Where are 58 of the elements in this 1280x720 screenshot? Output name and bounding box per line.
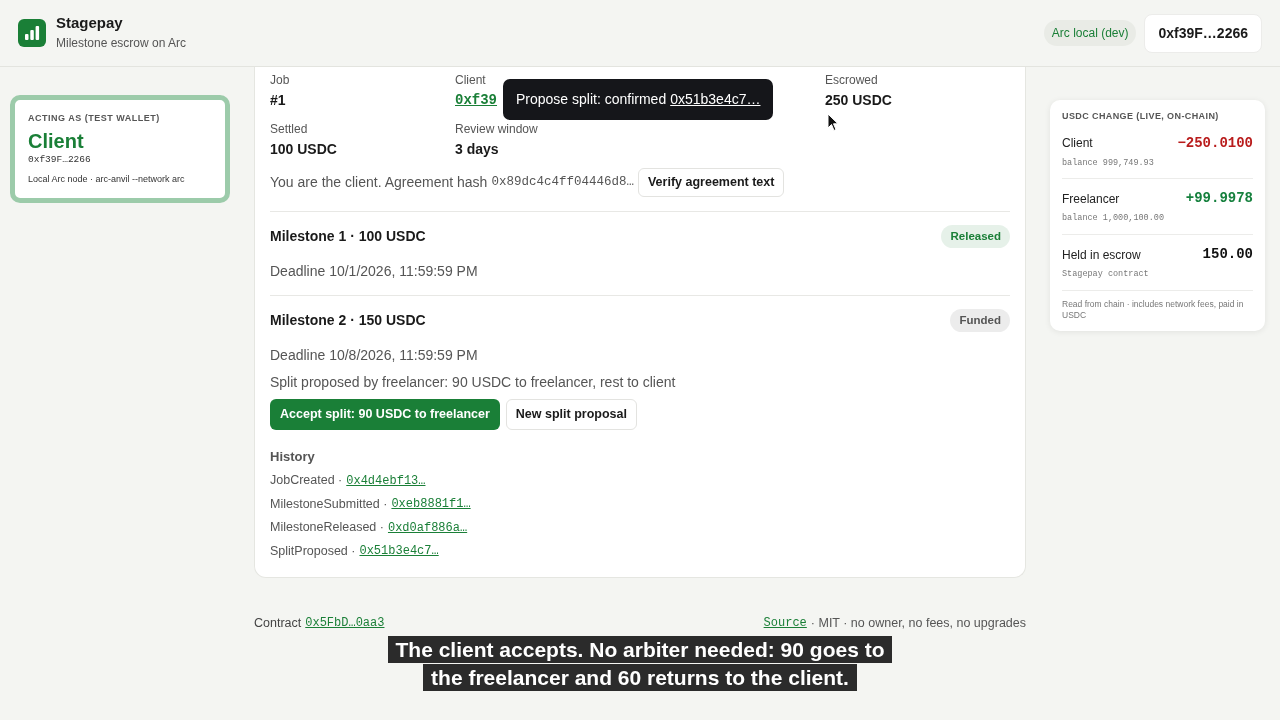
balance-subtext: balance 1,000,100.00 (1062, 212, 1166, 225)
node-text: Local Arc node · arc-anvil --network arc (28, 172, 186, 186)
balance-change: 150.00 (1202, 245, 1253, 264)
status-badge: Released (941, 224, 1010, 248)
status-badge: Funded (950, 309, 1010, 333)
toast-link[interactable]: 0x51b3e4c7… (670, 89, 761, 110)
field-label: Review window (455, 121, 539, 138)
transaction-link[interactable]: 0xd0af886a… (387, 518, 468, 537)
panel-heading: USDC CHANGE (LIVE, ON-CHAIN) (1062, 110, 1220, 123)
balance-subtext: Stagepay contract (1062, 268, 1150, 281)
milestone-title: Milestone 2 · 150 USDC (270, 311, 426, 331)
milestone-deadline: Deadline 10/1/2026, 11:59:59 PM (270, 262, 479, 281)
network-badge: Arc local (dev) (1043, 20, 1137, 46)
panel-note: Read from chain · includes network fees, paid in USDC (1062, 298, 1245, 321)
balance-change: +99.9978 (1185, 189, 1253, 209)
field-label: Settled (270, 121, 309, 138)
field-value: 250 USDC (825, 91, 893, 110)
transaction-link[interactable]: 0x51b3e4c7… (359, 542, 439, 561)
balance-label: Client (1062, 135, 1093, 152)
field-value: 100 USDC (270, 140, 338, 159)
milestone-deadline: Deadline 10/8/2026, 11:59:59 PM (270, 346, 479, 366)
source-link[interactable]: Source (763, 614, 807, 633)
wallet-button[interactable]: 0xf39F…2266 (1144, 13, 1262, 53)
field-value: 3 days (455, 140, 500, 159)
transaction-link[interactable]: 0xeb8881f1… (391, 495, 471, 514)
balance-change: −250.0100 (1177, 133, 1253, 153)
license-text: · MIT · no owner, no fees, no upgrades (810, 615, 1026, 632)
split-proposal-text: Split proposed by freelancer: 90 USDC to freelancer, rest to client (270, 373, 677, 393)
contract-link[interactable]: 0x5FbD…0aa3 (305, 614, 385, 633)
acting-as-heading: ACTING AS (TEST WALLET) (28, 112, 161, 125)
balance-subtext: balance 999,749.93 (1062, 156, 1155, 170)
agreement-hash: 0x89dc4c4ff04446d8… (491, 174, 634, 191)
history-event: MilestoneSubmitted · (270, 495, 388, 513)
logo-icon (18, 19, 46, 47)
balance-label: Held in escrow (1062, 246, 1141, 264)
app-tagline: Milestone escrow on Arc (56, 35, 187, 52)
field-label: Job (270, 72, 291, 89)
role-address: 0xf39F…2266 (28, 152, 92, 167)
toast-text: Propose split: confirmed (516, 90, 667, 109)
field-label: Escrowed (825, 72, 879, 89)
field-label: Client (455, 72, 487, 89)
new-split-button[interactable]: New split proposal (505, 399, 637, 430)
contract-label: Contract (254, 615, 302, 632)
verify-button[interactable]: Verify agreement text (637, 168, 785, 197)
cursor-icon (827, 113, 839, 132)
history-heading: History (270, 448, 316, 466)
field-value: #1 (270, 91, 287, 110)
role-title: Client (28, 128, 85, 153)
address-link[interactable]: 0xf39 (455, 90, 497, 110)
balance-label: Freelancer (1062, 190, 1120, 208)
agreement-text: You are the client. Agreement hash (270, 172, 488, 192)
history-event: SplitProposed · (270, 542, 356, 560)
milestone-title: Milestone 1 · 100 USDC (270, 226, 426, 246)
accept-split-button[interactable]: Accept split: 90 USDC to freelancer (270, 399, 500, 430)
history-event: MilestoneReleased · (270, 519, 384, 537)
app-name: Stagepay (56, 13, 124, 33)
transaction-link[interactable]: 0x4d4ebf13… (346, 471, 426, 490)
history-event: JobCreated · (270, 472, 343, 490)
